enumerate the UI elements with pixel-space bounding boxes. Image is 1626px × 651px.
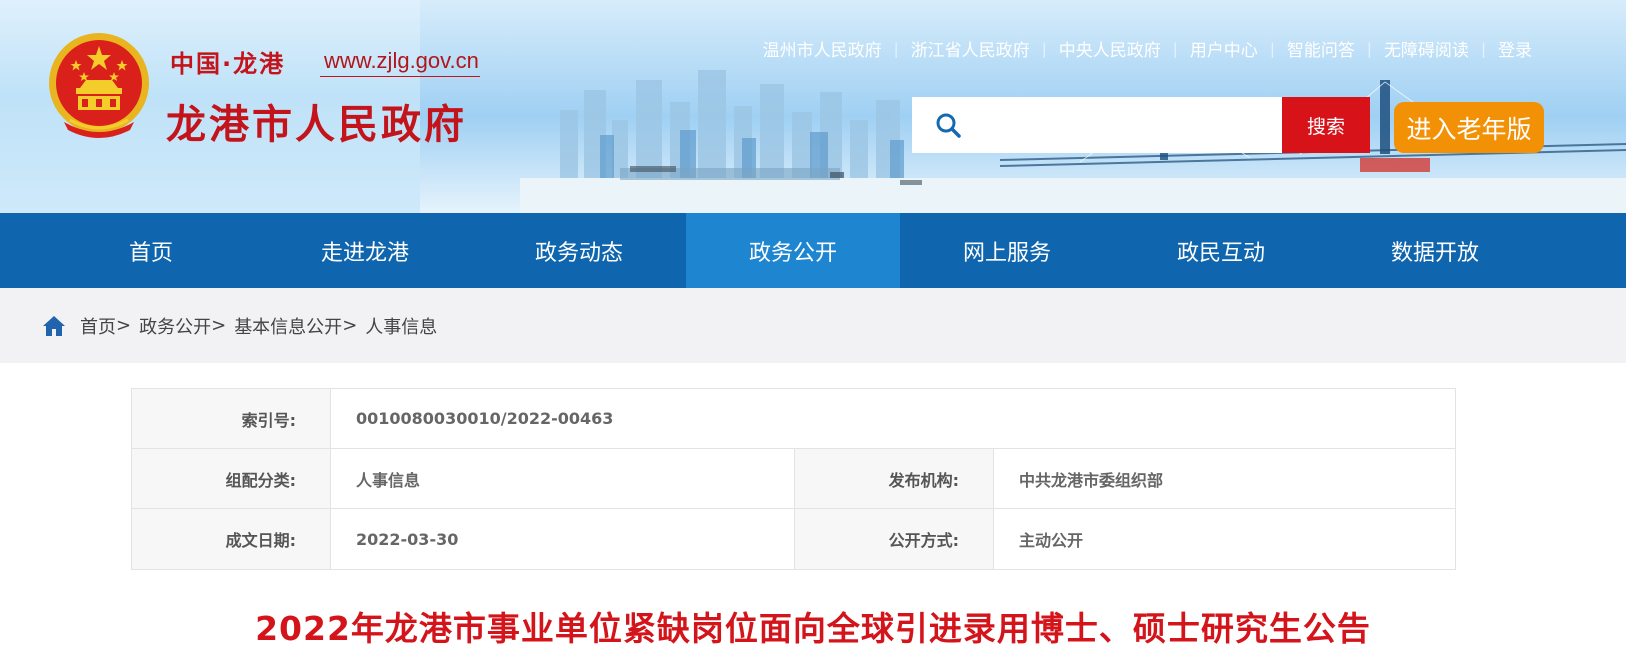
elder-version-button[interactable]: 进入老年版 [1394,102,1544,153]
nav-item-open-data[interactable]: 数据开放 [1328,213,1542,288]
link-zhejiang-gov[interactable]: 浙江省人民政府 [911,36,1030,61]
site-title[interactable]: 龙港市人民政府 [166,92,467,150]
main-nav: 首页 走进龙港 政务动态 政务公开 网上服务 政民互动 数据开放 [0,213,1626,288]
link-separator: | [1366,39,1372,58]
search-icon [936,113,961,138]
site-url-underline [320,76,480,77]
site-url: www.zjlg.gov.cn [324,48,479,73]
top-links: 温州市人民政府 | 浙江省人民政府 | 中央人民政府 | 用户中心 | 智能问答… [763,36,1532,62]
link-login[interactable]: 登录 [1498,36,1532,61]
mode-value: 主动公开 [1019,531,1084,550]
link-separator: | [1172,39,1178,58]
site-region-name: 中国·龙港 [170,50,286,78]
national-emblem-icon [49,33,149,138]
breadcrumb-separator: > [211,315,227,336]
breadcrumb-basic-info[interactable]: 基本信息公开 [234,313,342,339]
category-value: 人事信息 [331,449,795,508]
link-smart-qa[interactable]: 智能问答 [1287,36,1355,61]
nav-item-online-service[interactable]: 网上服务 [900,213,1114,288]
breadcrumb: 首页 > 政务公开 > 基本信息公开 > 人事信息 [42,288,437,363]
table-row: 索引号: 0010080030010/2022-00463 [132,389,1455,449]
table-row: 组配分类: 人事信息 发布机构: 中共龙港市委组织部 [132,449,1455,509]
index-value: 0010080030010/2022-00463 [356,409,614,428]
index-label: 索引号: [132,389,331,448]
site-header: 中国·龙港 www.zjlg.gov.cn 龙港市人民政府 温州市人民政府 | … [0,0,1626,213]
link-accessibility[interactable]: 无障碍阅读 [1384,36,1469,61]
link-separator: | [1480,39,1486,58]
link-separator: | [893,39,899,58]
breadcrumb-home[interactable]: 首页 [80,313,116,339]
nav-item-interaction[interactable]: 政民互动 [1114,213,1328,288]
breadcrumb-separator: > [116,315,132,336]
link-user-center[interactable]: 用户中心 [1190,36,1258,61]
link-separator: | [1041,39,1047,58]
article-title: 2022年龙港市事业单位紧缺岗位面向全球引进录用博士、硕士研究生公告 [255,609,1371,648]
breadcrumb-separator: > [342,315,358,336]
link-wenzhou-gov[interactable]: 温州市人民政府 [763,36,882,61]
nav-item-news[interactable]: 政务动态 [472,213,686,288]
publisher-label: 发布机构: [795,449,994,508]
nav-item-open-gov[interactable]: 政务公开 [686,213,900,288]
publisher-value: 中共龙港市委组织部 [1019,470,1164,490]
nav-item-home[interactable]: 首页 [44,213,258,288]
breadcrumb-bar: 首页 > 政务公开 > 基本信息公开 > 人事信息 [0,288,1626,363]
link-central-gov[interactable]: 中央人民政府 [1059,36,1161,61]
breadcrumb-personnel-info[interactable]: 人事信息 [365,313,437,339]
document-info-table: 索引号: 0010080030010/2022-00463 组配分类: 人事信息… [131,388,1456,570]
search-box [912,97,1282,153]
link-separator: | [1269,39,1275,58]
mode-label: 公开方式: [795,509,994,569]
category-label: 组配分类: [132,449,331,508]
nav-item-about[interactable]: 走进龙港 [258,213,472,288]
date-label: 成文日期: [132,509,331,569]
search-input[interactable] [974,105,1274,145]
home-icon[interactable] [42,315,66,337]
date-value: 2022-03-30 [331,509,795,569]
breadcrumb-open-gov[interactable]: 政务公开 [139,313,211,339]
table-row: 成文日期: 2022-03-30 公开方式: 主动公开 [132,509,1455,569]
search-button[interactable]: 搜索 [1282,97,1370,153]
